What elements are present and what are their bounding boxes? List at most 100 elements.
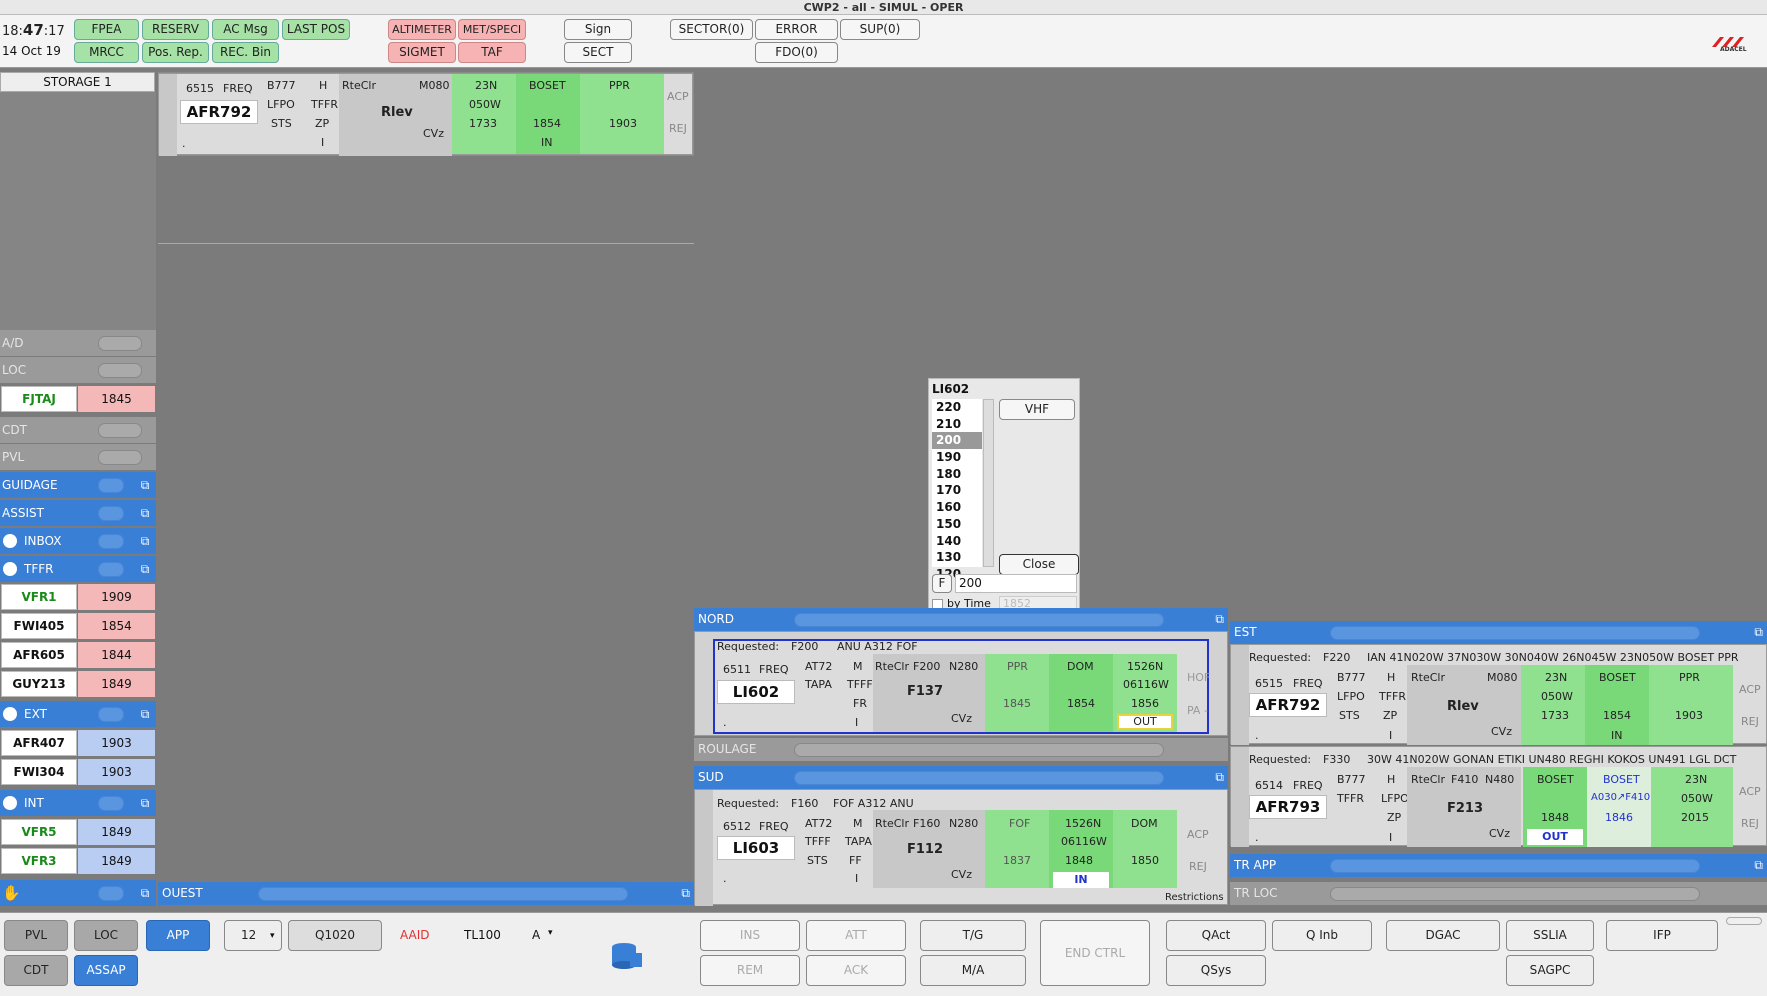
sector-button[interactable]: SECTOR(0) bbox=[670, 19, 753, 40]
strip-callsign[interactable]: AFR793 bbox=[1249, 795, 1327, 819]
level-option[interactable]: 130 bbox=[932, 549, 982, 566]
rem-button[interactable]: REM bbox=[700, 955, 800, 986]
inbox-section[interactable]: INBOX ⧉ bbox=[0, 528, 156, 554]
sagpc-select[interactable]: SAGPC bbox=[1506, 955, 1594, 986]
fpea-button[interactable]: FPEA bbox=[74, 19, 139, 40]
assap-button[interactable]: ASSAP bbox=[74, 955, 138, 986]
est-bar[interactable]: EST ⧉ bbox=[1230, 621, 1767, 644]
ifp-button[interactable]: IFP bbox=[1606, 920, 1718, 951]
cdt-section[interactable]: CDT bbox=[0, 417, 156, 443]
ext-item[interactable]: AFR407 1903 bbox=[0, 730, 156, 756]
qsys-button[interactable]: QSys bbox=[1166, 955, 1266, 986]
level-option[interactable]: 150 bbox=[932, 516, 982, 533]
guidage-section[interactable]: GUIDAGE ⧉ bbox=[0, 472, 156, 498]
sslia-select[interactable]: SSLIA bbox=[1506, 920, 1594, 951]
tffr-item[interactable]: AFR605 1844 bbox=[0, 642, 156, 668]
loc-item[interactable]: FJTAJ 1845 bbox=[0, 386, 156, 412]
rej-button[interactable]: REJ bbox=[669, 122, 687, 135]
f-button[interactable]: F bbox=[932, 574, 952, 593]
level-list[interactable]: 220 210 200 190 180 170 160 150 140 130 … bbox=[932, 399, 982, 581]
tffr-item[interactable]: GUY213 1849 bbox=[0, 671, 156, 697]
level-input[interactable]: 200 bbox=[955, 574, 1077, 593]
ins-button[interactable]: INS bbox=[700, 920, 800, 951]
ma-button[interactable]: M/A bbox=[920, 955, 1026, 986]
pvl-button[interactable]: PVL bbox=[4, 920, 68, 951]
reserv-button[interactable]: RESERV bbox=[142, 19, 209, 40]
sigmet-button[interactable]: SIGMET bbox=[388, 42, 456, 63]
assist-section[interactable]: ASSIST ⧉ bbox=[0, 500, 156, 526]
level-option[interactable]: 140 bbox=[932, 533, 982, 550]
qact-button[interactable]: QAct bbox=[1166, 920, 1266, 951]
nord-bar[interactable]: NORD ⧉ bbox=[694, 608, 1228, 631]
mrcc-button[interactable]: MRCC bbox=[74, 42, 139, 63]
a-select[interactable]: A bbox=[532, 928, 540, 942]
qnh-field[interactable]: Q1020 bbox=[288, 920, 382, 951]
callsign[interactable]: FJTAJ bbox=[1, 386, 77, 412]
database-icon[interactable] bbox=[610, 941, 644, 971]
pa-button[interactable]: PA - bbox=[1187, 704, 1208, 717]
strip-callsign[interactable]: AFR792 bbox=[180, 100, 258, 124]
tffr-item[interactable]: VFR1 1909 bbox=[0, 584, 156, 610]
level-option-selected[interactable]: 200 bbox=[932, 432, 982, 450]
error-button[interactable]: ERROR bbox=[755, 19, 838, 40]
flight-strip-li603[interactable]: Requested: F160 FOF A312 ANU 6512 FREQ L… bbox=[694, 789, 1228, 906]
cdt-button[interactable]: CDT bbox=[4, 955, 68, 986]
level-option[interactable]: 220 bbox=[932, 399, 982, 416]
end-ctrl-button[interactable]: END CTRL bbox=[1040, 920, 1150, 986]
hof-button[interactable]: HOF bbox=[1187, 671, 1210, 684]
att-button[interactable]: ATT bbox=[806, 920, 906, 951]
int-section[interactable]: INT ⧉ bbox=[0, 790, 156, 816]
ack-button[interactable]: ACK bbox=[806, 955, 906, 986]
level-scrollbar[interactable] bbox=[983, 399, 994, 567]
tr-loc-bar[interactable]: TR LOC bbox=[1230, 882, 1767, 905]
dgac-select[interactable]: DGAC bbox=[1386, 920, 1500, 951]
sup-button[interactable]: SUP(0) bbox=[840, 19, 920, 40]
int-item[interactable]: VFR5 1849 bbox=[0, 819, 156, 845]
app-button[interactable]: APP bbox=[146, 920, 210, 951]
level-option[interactable]: 180 bbox=[932, 466, 982, 483]
rec-bin-button[interactable]: REC. Bin bbox=[212, 42, 279, 63]
strip-callsign[interactable]: LI602 bbox=[717, 680, 795, 704]
tr-app-bar[interactable]: TR APP ⧉ bbox=[1230, 854, 1767, 877]
acp-button[interactable]: ACP bbox=[667, 90, 689, 103]
aaid-label[interactable]: AAID bbox=[400, 928, 430, 942]
sign-button[interactable]: Sign bbox=[564, 19, 632, 40]
tg-button[interactable]: T/G bbox=[920, 920, 1026, 951]
fdo-button[interactable]: FDO(0) bbox=[755, 42, 838, 63]
altimeter-button[interactable]: ALTIMETER bbox=[388, 19, 456, 40]
int-item[interactable]: VFR3 1849 bbox=[0, 848, 156, 874]
level-option[interactable]: 170 bbox=[932, 482, 982, 499]
sect-button[interactable]: SECT bbox=[564, 42, 632, 63]
q-inb-button[interactable]: Q Inb bbox=[1272, 920, 1372, 951]
storage-tab[interactable]: STORAGE 1 bbox=[0, 72, 155, 92]
tffr-section[interactable]: TFFR ⧉ bbox=[0, 556, 156, 582]
flight-strip-li602[interactable]: Requested: F200 ANU A312 FOF 6511 FREQ L… bbox=[694, 631, 1228, 736]
taf-button[interactable]: TAF bbox=[458, 42, 526, 63]
roulage-bar[interactable]: ROULAGE bbox=[694, 738, 1228, 761]
vhf-button[interactable]: VHF bbox=[999, 399, 1075, 420]
level-option[interactable]: 210 bbox=[932, 416, 982, 433]
acp-button[interactable]: ACP bbox=[1187, 828, 1209, 841]
flight-strip-afr793[interactable]: Requested: F330 30W 41N020W GONAN ETIKI … bbox=[1230, 746, 1767, 847]
ext-item[interactable]: FWI304 1903 bbox=[0, 759, 156, 785]
ad-section[interactable]: A/D bbox=[0, 330, 156, 356]
close-button[interactable]: Close bbox=[999, 554, 1079, 575]
level-option[interactable]: 160 bbox=[932, 499, 982, 516]
strip-callsign[interactable]: LI603 bbox=[717, 836, 795, 860]
ac-msg-button[interactable]: AC Msg bbox=[212, 19, 279, 40]
tffr-item[interactable]: FWI405 1854 bbox=[0, 613, 156, 639]
sud-bar[interactable]: SUD ⧉ bbox=[694, 766, 1228, 789]
last-pos-button[interactable]: LAST POS bbox=[282, 19, 350, 40]
rej-button[interactable]: REJ bbox=[1189, 860, 1207, 873]
loc-button[interactable]: LOC bbox=[74, 920, 138, 951]
resize-handle[interactable] bbox=[1726, 917, 1762, 925]
pvl-section[interactable]: PVL bbox=[0, 444, 156, 470]
met-speci-button[interactable]: MET/SPECI bbox=[458, 19, 526, 40]
acp-button[interactable]: ACP bbox=[1739, 683, 1761, 696]
pos-rep-button[interactable]: Pos. Rep. bbox=[142, 42, 209, 63]
loc-section[interactable]: LOC bbox=[0, 357, 156, 383]
hand-section[interactable]: ✋ ⧉ bbox=[0, 880, 156, 906]
ext-section[interactable]: EXT ⧉ bbox=[0, 701, 156, 727]
ouest-bar[interactable]: OUEST ⧉ bbox=[158, 882, 694, 905]
level-option[interactable]: 190 bbox=[932, 449, 982, 466]
